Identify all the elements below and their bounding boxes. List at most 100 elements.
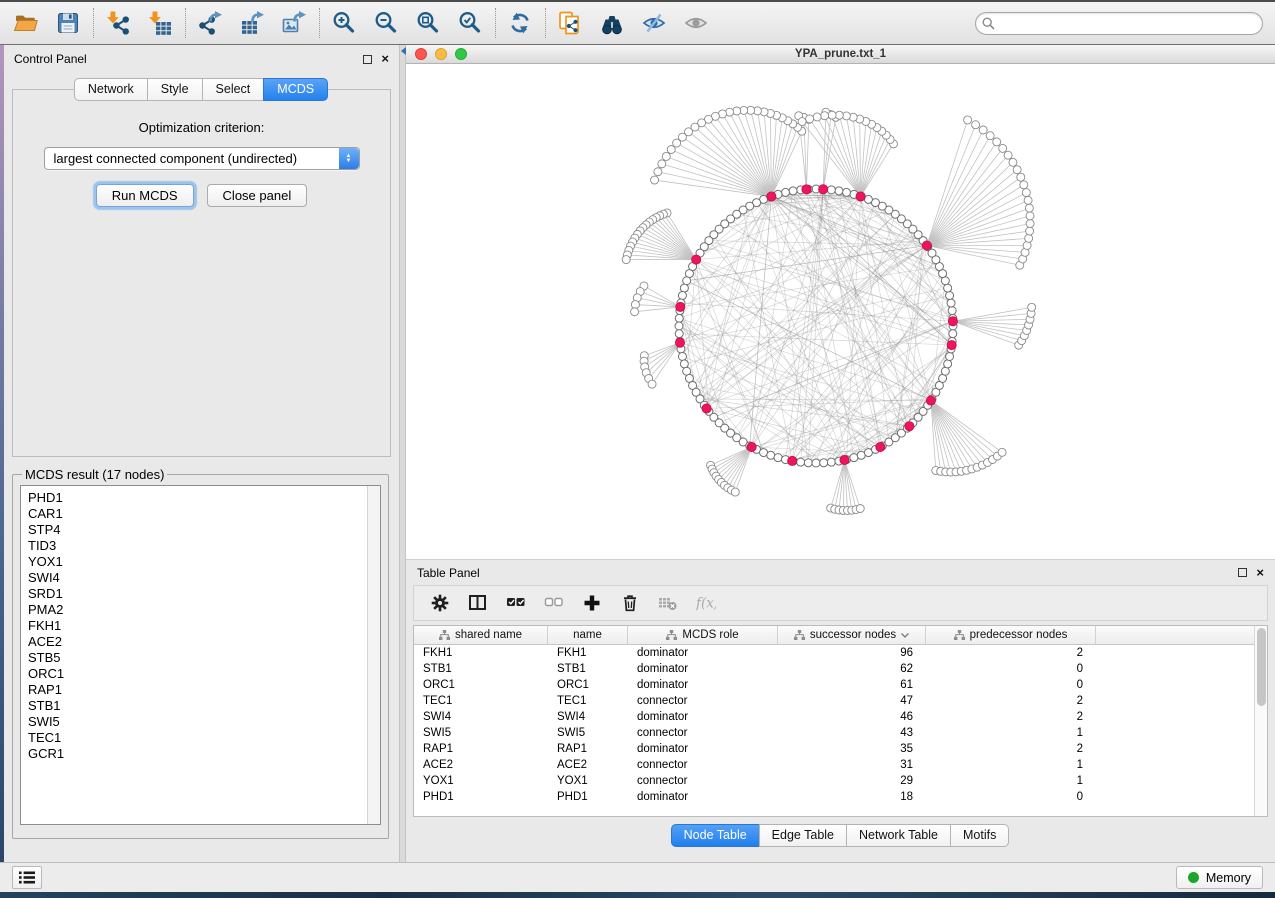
select-stepper-icon: ▲▼ [339, 148, 359, 169]
table-row[interactable]: TEC1TEC1connector472 [414, 693, 1267, 709]
maximize-window-icon[interactable] [455, 48, 467, 60]
mcds-result-item[interactable]: STB5 [28, 650, 380, 666]
shared-column-icon [439, 630, 450, 640]
export-table-button[interactable] [238, 10, 265, 37]
import-table-button[interactable] [146, 10, 173, 37]
float-table-panel-icon[interactable] [1238, 568, 1247, 577]
deselect-all-icon [544, 593, 564, 613]
float-panel-icon[interactable] [363, 55, 372, 64]
mcds-result-item[interactable]: SRD1 [28, 586, 380, 602]
table-cell: 2 [926, 695, 1096, 707]
column-header-shared-name[interactable]: shared name [414, 626, 548, 644]
tab-network-table[interactable]: Network Table [846, 824, 951, 847]
network-view[interactable] [406, 64, 1275, 559]
table-row[interactable]: SWI5SWI5connector431 [414, 725, 1267, 741]
column-layout-button[interactable] [466, 591, 490, 615]
close-table-panel-icon[interactable]: × [1256, 568, 1264, 578]
zoom-out-button[interactable] [372, 10, 399, 37]
shared-column-icon [794, 630, 805, 640]
vertical-splitter[interactable] [399, 45, 406, 862]
network-graph[interactable] [406, 64, 1275, 559]
zoom-in-button[interactable] [330, 10, 357, 37]
close-panel-button[interactable]: Close panel [207, 184, 308, 207]
table-row[interactable]: ACE2ACE2connector311 [414, 757, 1267, 773]
select-all-button[interactable] [504, 591, 528, 615]
mcds-result-item[interactable]: TID3 [28, 538, 380, 554]
mcds-result-title: MCDS result (17 nodes) [22, 467, 167, 482]
mcds-result-item[interactable]: RAP1 [28, 682, 380, 698]
sort-indicator-icon [901, 633, 909, 638]
mcds-result-item[interactable]: PHD1 [28, 490, 380, 506]
toolbar-separator [495, 8, 496, 38]
table-row[interactable]: SWI4SWI4dominator462 [414, 709, 1267, 725]
minimize-window-icon[interactable] [435, 48, 447, 60]
tab-style[interactable]: Style [147, 78, 203, 101]
mcds-list-scrollbar[interactable] [367, 486, 380, 824]
delete-column-button[interactable] [618, 591, 642, 615]
add-column-button[interactable] [580, 591, 604, 615]
column-header-predecessor-nodes[interactable]: predecessor nodes [926, 626, 1096, 644]
memory-label: Memory [1206, 871, 1251, 885]
table-cell: SWI5 [414, 727, 548, 739]
tab-mcds[interactable]: MCDS [263, 78, 328, 101]
column-header-MCDS-role[interactable]: MCDS role [628, 626, 778, 644]
mcds-result-item[interactable]: PMA2 [28, 602, 380, 618]
import-network-button[interactable] [104, 10, 131, 37]
search-input[interactable] [975, 12, 1263, 35]
table-row[interactable]: PHD1PHD1dominator180 [414, 789, 1267, 805]
close-panel-icon[interactable]: × [381, 54, 389, 64]
task-history-button[interactable] [12, 866, 42, 889]
run-mcds-button[interactable]: Run MCDS [96, 184, 194, 207]
find-button[interactable] [598, 10, 625, 37]
table-row[interactable]: ORC1ORC1dominator610 [414, 677, 1267, 693]
zoom-selected-button[interactable] [456, 10, 483, 37]
mcds-result-item[interactable]: FKH1 [28, 618, 380, 634]
tab-select[interactable]: Select [202, 78, 265, 101]
mcds-result-item[interactable]: STB1 [28, 698, 380, 714]
tab-edge-table[interactable]: Edge Table [759, 824, 847, 847]
mcds-result-item[interactable]: ORC1 [28, 666, 380, 682]
table-cell: 0 [926, 791, 1096, 803]
splitter-collapse-icon[interactable] [401, 47, 406, 55]
mcds-result-item[interactable]: SWI4 [28, 570, 380, 586]
column-header-successor-nodes[interactable]: successor nodes [778, 626, 926, 644]
open-session-button[interactable] [12, 10, 39, 37]
table-row[interactable]: STB1STB1dominator620 [414, 661, 1267, 677]
deselect-all-button[interactable] [542, 591, 566, 615]
tab-node-table[interactable]: Node Table [671, 824, 760, 847]
table-cell: STB1 [548, 663, 628, 675]
table-scrollbar[interactable] [1254, 626, 1267, 816]
dominator-node [802, 185, 811, 194]
refresh-layout-button[interactable] [506, 10, 533, 37]
memory-button[interactable]: Memory [1176, 866, 1263, 889]
save-session-button[interactable] [54, 10, 81, 37]
mcds-result-item[interactable]: TEC1 [28, 730, 380, 746]
zoom-fit-button[interactable] [414, 10, 441, 37]
mcds-result-item[interactable]: ACE2 [28, 634, 380, 650]
hide-selected-button[interactable] [640, 10, 667, 37]
table-row[interactable]: RAP1RAP1dominator352 [414, 741, 1267, 757]
settings-button[interactable] [428, 591, 452, 615]
mcds-result-item[interactable]: YOX1 [28, 554, 380, 570]
table-cell: FKH1 [414, 647, 548, 659]
table-scrollbar-thumb[interactable] [1257, 628, 1266, 706]
table-row[interactable]: FKH1FKH1dominator962 [414, 645, 1267, 661]
dominator-node [676, 302, 685, 311]
delete-table-button [656, 591, 680, 615]
export-image-button[interactable] [280, 10, 307, 37]
tab-motifs[interactable]: Motifs [950, 824, 1009, 847]
table-row[interactable]: YOX1YOX1connector291 [414, 773, 1267, 789]
criterion-select[interactable]: largest connected component (undirected)… [44, 147, 360, 170]
mcds-result-item[interactable]: GCR1 [28, 746, 380, 762]
control-panel-header: Control Panel × [4, 48, 399, 70]
column-header-name[interactable]: name [548, 626, 628, 644]
table-cell: dominator [628, 791, 778, 803]
mcds-result-item[interactable]: STP4 [28, 522, 380, 538]
close-window-icon[interactable] [415, 48, 427, 60]
tab-network[interactable]: Network [74, 78, 148, 101]
network-from-selection-button[interactable] [556, 10, 583, 37]
export-network-button[interactable] [196, 10, 223, 37]
show-all-button[interactable] [682, 10, 709, 37]
mcds-result-item[interactable]: CAR1 [28, 506, 380, 522]
mcds-result-item[interactable]: SWI5 [28, 714, 380, 730]
